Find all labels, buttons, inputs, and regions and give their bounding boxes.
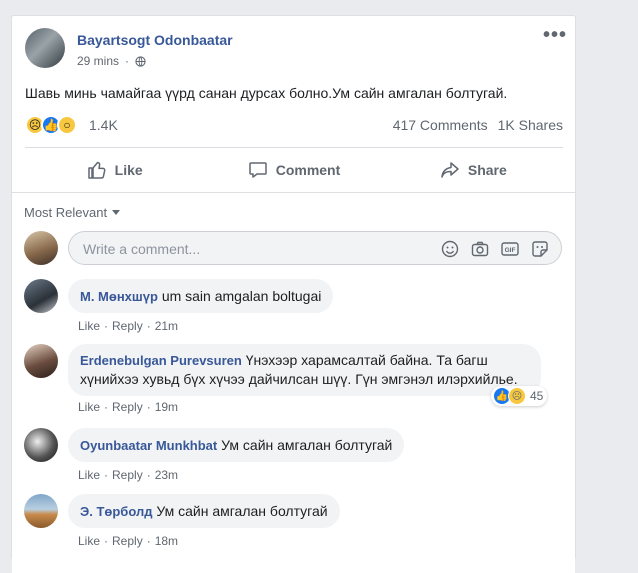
commenter-avatar[interactable]: [24, 279, 58, 313]
comment-bubble: М. Мөнхшүр um sain amgalan boltugai: [68, 279, 334, 313]
emoji-icon[interactable]: [441, 240, 459, 258]
comment-like-link[interactable]: Like: [78, 468, 100, 482]
comment-reactions[interactable]: 👍 ☹ 45: [491, 386, 548, 406]
comment-item: Э. Төрболд Ум сайн амгалан болтугай Like…: [24, 494, 564, 554]
comment-input[interactable]: [81, 240, 415, 258]
comment-text: um sain amgalan boltugai: [161, 288, 322, 304]
engagement-counts: 417 Comments 1K Shares: [393, 117, 563, 133]
post-author[interactable]: Bayartsogt Odonbaatar: [77, 32, 233, 48]
wow-icon: ○: [57, 115, 77, 135]
thumbs-up-icon: [87, 161, 106, 179]
comment-actions: Like · Reply · 18m: [78, 534, 179, 548]
comments-count[interactable]: 417 Comments: [393, 117, 488, 133]
comment-actions: Like · Reply · 19m: [78, 400, 179, 414]
comment-text: Ум сайн амгалан болтугай: [156, 503, 328, 519]
comment-time[interactable]: 23m: [155, 468, 178, 482]
svg-text:GIF: GIF: [505, 247, 516, 254]
comment-composer: GIF: [68, 231, 562, 265]
post-text: Шавь минь чамайгаа үүрд санан дурсах бол…: [25, 85, 508, 101]
share-icon: [441, 162, 459, 178]
like-label: Like: [114, 162, 143, 178]
comment-item: Oyunbaatar Munkhbat Ум сайн амгалан болт…: [24, 428, 564, 488]
camera-icon[interactable]: [471, 240, 489, 258]
more-options-icon[interactable]: •••: [543, 25, 567, 45]
comment-text: Ум сайн амгалан болтугай: [221, 437, 393, 453]
comment-reply-link[interactable]: Reply: [112, 468, 143, 482]
like-button[interactable]: Like: [25, 152, 204, 188]
share-label: Share: [467, 162, 507, 178]
post-actions: Like Comment Share: [25, 152, 563, 188]
current-user-avatar: [24, 231, 58, 265]
share-button[interactable]: Share: [384, 152, 563, 188]
comment-like-link[interactable]: Like: [78, 400, 100, 414]
sad-icon: ☹: [508, 387, 526, 405]
comment-item: Erdenebulgan Purevsuren Үнэхээр харамсал…: [24, 344, 564, 419]
globe-icon: [135, 55, 146, 67]
comment-item: М. Мөнхшүр um sain amgalan boltugai Like…: [24, 279, 564, 339]
commenter-name[interactable]: М. Мөнхшүр: [80, 289, 158, 304]
sort-label: Most Relevant: [24, 205, 108, 220]
commenter-name[interactable]: Oyunbaatar Munkhbat: [80, 438, 217, 453]
comment-reply-link[interactable]: Reply: [112, 534, 143, 548]
commenter-name[interactable]: Э. Төрболд: [80, 504, 152, 519]
comment-time[interactable]: 21m: [155, 319, 178, 333]
comment-bubble: Э. Төрболд Ум сайн амгалан болтугай: [68, 494, 340, 528]
caret-down-icon: [112, 210, 121, 215]
comment-like-link[interactable]: Like: [78, 319, 100, 333]
shares-count[interactable]: 1K Shares: [498, 117, 563, 133]
sort-dropdown[interactable]: Most Relevant: [24, 205, 121, 220]
commenter-avatar[interactable]: [24, 428, 58, 462]
divider: [25, 147, 563, 148]
comment-bubble: Oyunbaatar Munkhbat Ум сайн амгалан болт…: [68, 428, 405, 462]
comment-like-link[interactable]: Like: [78, 534, 100, 548]
comment-time[interactable]: 19m: [155, 400, 178, 414]
commenter-avatar[interactable]: [24, 494, 58, 528]
comment-reply-link[interactable]: Reply: [112, 319, 143, 333]
post-meta: 29 mins ·: [77, 54, 146, 68]
comment-icon: [248, 162, 267, 178]
commenter-name[interactable]: Erdenebulgan Purevsuren: [80, 353, 242, 368]
comment-actions: Like · Reply · 21m: [78, 319, 179, 333]
composer-icons: GIF: [441, 240, 549, 258]
comment-button[interactable]: Comment: [204, 152, 383, 188]
post-time[interactable]: 29 mins: [77, 54, 119, 68]
comment-label: Comment: [275, 162, 341, 178]
comment-reaction-count: 45: [530, 389, 544, 403]
comments-section: Most Relevant GIF М. Мөнхшүр um sain amg…: [12, 192, 575, 573]
reaction-count[interactable]: 1.4K: [89, 117, 118, 133]
comment-time[interactable]: 18m: [155, 534, 178, 548]
sticker-icon[interactable]: [531, 240, 549, 258]
gif-icon[interactable]: GIF: [501, 240, 519, 258]
author-avatar[interactable]: [25, 28, 65, 68]
reaction-summary: ☹ 👍 ○ 1.4K 417 Comments 1K Shares: [25, 113, 563, 137]
comment-bubble: Erdenebulgan Purevsuren Үнэхээр харамсал…: [68, 344, 541, 396]
comment-reply-link[interactable]: Reply: [112, 400, 143, 414]
post-card: Bayartsogt Odonbaatar 29 mins · ••• Шавь…: [11, 15, 576, 573]
commenter-avatar[interactable]: [24, 344, 58, 378]
reaction-icons[interactable]: ☹ 👍 ○: [25, 115, 77, 135]
comment-actions: Like · Reply · 23m: [78, 468, 179, 482]
